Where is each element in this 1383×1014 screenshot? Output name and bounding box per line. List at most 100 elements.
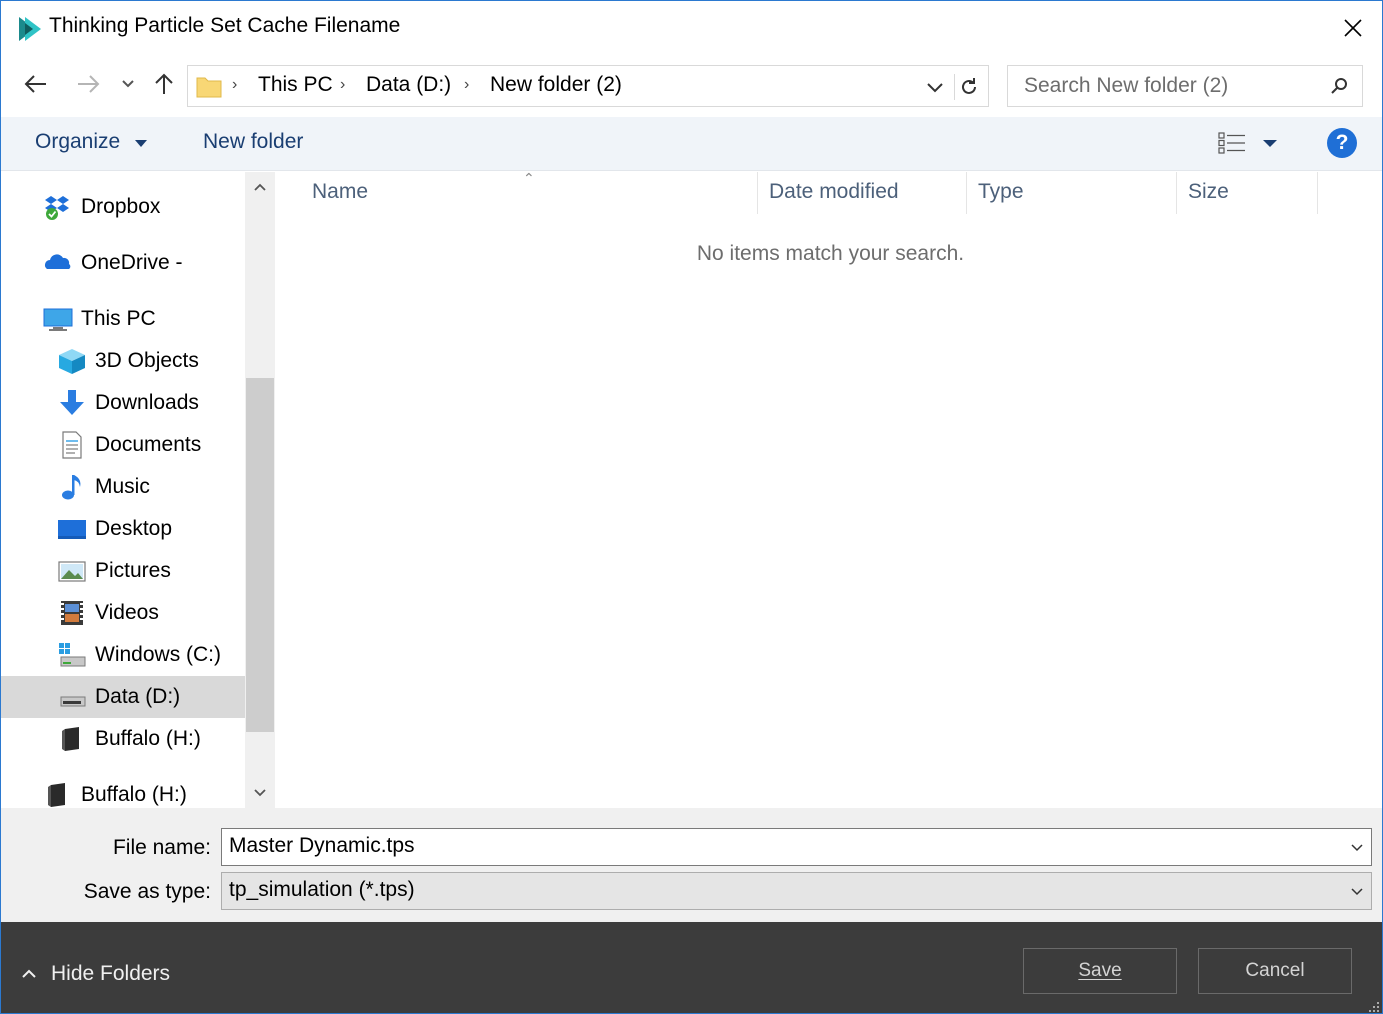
nav-item-onedrive[interactable]: OneDrive - (1, 242, 245, 284)
save-type-value: tp_simulation (*.tps) (229, 878, 415, 901)
documents-icon (62, 431, 82, 459)
nav-item-videos[interactable]: Videos (1, 592, 245, 634)
drive-icon (60, 696, 86, 707)
nav-item-data-d[interactable]: Data (D:) (1, 676, 245, 718)
file-name-value: Master Dynamic.tps (229, 834, 415, 857)
column-header-type[interactable]: Type (978, 180, 1024, 204)
new-folder-button[interactable]: New folder (203, 130, 303, 154)
nav-item-label: 3D Objects (95, 349, 199, 372)
chevron-down-icon[interactable] (1349, 839, 1365, 855)
organize-button[interactable]: Organize (35, 130, 120, 154)
search-input[interactable]: Search New folder (2) (1007, 65, 1363, 107)
scroll-down-button[interactable] (245, 778, 275, 808)
breadcrumb-data-drive[interactable]: Data (D:) (366, 73, 451, 97)
refresh-button[interactable] (954, 74, 982, 100)
nav-pane-scrollbar[interactable] (245, 172, 275, 808)
column-header-size[interactable]: Size (1188, 180, 1229, 204)
save-button[interactable]: Save (1023, 948, 1177, 994)
window-title: Thinking Particle Set Cache Filename (49, 14, 401, 37)
folder-icon (196, 77, 222, 98)
navigation-pane: Dropbox OneDrive - This PC 3D Objects Do… (1, 172, 245, 808)
address-bar[interactable]: › This PC › Data (D:) › New folder (2) (187, 65, 989, 107)
sort-ascending-icon: ⌃ (523, 170, 535, 186)
column-divider[interactable] (966, 172, 967, 214)
nav-item-label: OneDrive - (81, 251, 183, 274)
nav-item-music[interactable]: Music (1, 466, 245, 508)
this-pc-icon (43, 308, 73, 331)
column-divider[interactable] (1317, 172, 1318, 214)
close-button[interactable] (1324, 1, 1382, 55)
breadcrumb-separator: › (340, 76, 346, 93)
scroll-up-button[interactable] (245, 172, 275, 202)
column-header-name[interactable]: Name (312, 180, 368, 204)
nav-item-buffalo-h[interactable]: Buffalo (H:) (1, 718, 245, 760)
recent-locations-button[interactable] (113, 69, 143, 99)
nav-item-label: Data (D:) (95, 685, 181, 708)
nav-item-dropbox[interactable]: Dropbox (1, 186, 245, 228)
chevron-up-icon (254, 183, 266, 191)
column-divider[interactable] (1176, 172, 1177, 214)
desktop-icon (58, 520, 86, 539)
address-dropdown-icon[interactable] (924, 76, 946, 98)
resize-grip-icon[interactable] (1366, 999, 1380, 1013)
view-options-icon[interactable] (1217, 131, 1247, 155)
forward-button[interactable] (73, 69, 103, 99)
nav-item-label: Music (95, 475, 150, 498)
nav-item-buffalo-h-root[interactable]: Buffalo (H:) (1, 774, 245, 808)
up-button[interactable] (149, 69, 179, 99)
empty-message: No items match your search. (696, 242, 965, 265)
nav-item-documents[interactable]: Documents (1, 424, 245, 466)
nav-item-label: Pictures (95, 559, 171, 582)
close-icon (1344, 19, 1362, 37)
title-bar: Thinking Particle Set Cache Filename (1, 1, 1382, 55)
external-drive-icon (62, 727, 79, 751)
nav-item-windows-c[interactable]: Windows (C:) (1, 634, 245, 676)
onedrive-icon (45, 254, 71, 269)
file-name-input[interactable]: Master Dynamic.tps (221, 828, 1372, 866)
command-toolbar: Organize New folder ? (1, 117, 1382, 171)
save-type-label: Save as type: (83, 880, 211, 903)
save-button-label: Save (1078, 960, 1122, 981)
nav-item-label: Downloads (95, 391, 199, 414)
downloads-icon (60, 390, 84, 415)
caret-down-icon (135, 140, 147, 147)
save-dialog: Thinking Particle Set Cache Filename › T… (0, 0, 1383, 1014)
breadcrumb-separator: › (464, 76, 470, 93)
pictures-icon (58, 561, 86, 582)
nav-item-desktop[interactable]: Desktop (1, 508, 245, 550)
nav-item-label: Desktop (95, 517, 173, 540)
arrow-up-icon (155, 73, 173, 94)
breadcrumb-this-pc[interactable]: This PC (258, 73, 333, 97)
nav-item-label: This PC (81, 307, 156, 330)
nav-item-label: Documents (95, 433, 202, 456)
scroll-thumb[interactable] (246, 378, 274, 732)
nav-item-3d-objects[interactable]: 3D Objects (1, 340, 245, 382)
music-icon (62, 475, 81, 500)
search-icon (1331, 78, 1347, 94)
file-name-label: File name: (112, 836, 211, 859)
chevron-down-icon[interactable] (1349, 883, 1365, 899)
cancel-button[interactable]: Cancel (1198, 948, 1352, 994)
save-type-select[interactable]: tp_simulation (*.tps) (221, 872, 1372, 910)
back-button[interactable] (21, 69, 51, 99)
navigation-bar: › This PC › Data (D:) › New folder (2) S… (1, 57, 1382, 113)
nav-item-pictures[interactable]: Pictures (1, 550, 245, 592)
column-header-date-modified[interactable]: Date modified (769, 180, 899, 204)
help-button[interactable]: ? (1327, 128, 1357, 158)
nav-item-label: Windows (C:) (95, 643, 222, 666)
nav-item-label: Videos (95, 601, 159, 624)
chevron-up-icon (22, 969, 36, 978)
view-caret-down-icon[interactable] (1263, 140, 1277, 147)
arrow-right-icon (78, 75, 100, 93)
breadcrumb-new-folder[interactable]: New folder (2) (490, 73, 622, 97)
dropbox-icon (45, 196, 69, 220)
hide-folders-button[interactable]: Hide Folders (21, 962, 170, 986)
nav-item-label: Buffalo (H:) (81, 783, 187, 806)
nav-item-this-pc[interactable]: This PC (1, 298, 245, 340)
hide-folders-label: Hide Folders (51, 962, 171, 985)
nav-item-downloads[interactable]: Downloads (1, 382, 245, 424)
dialog-footer: Hide Folders Save Cancel (1, 922, 1382, 1013)
column-divider[interactable] (757, 172, 758, 214)
app-icon (19, 17, 41, 41)
file-list[interactable]: ⌃ Name Date modified Type Size No items … (275, 170, 1382, 808)
